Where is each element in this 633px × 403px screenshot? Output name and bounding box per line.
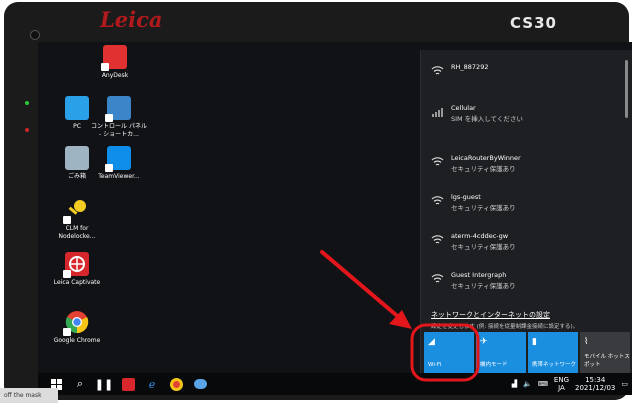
- network-tray-icon[interactable]: ▟: [512, 380, 517, 388]
- wifi-secured-icon: [431, 156, 444, 170]
- network-name: Guest Intergraph: [451, 271, 507, 279]
- network-status: セキュリティ保護あり: [451, 243, 516, 251]
- recycle-bin-icon: [65, 146, 89, 170]
- status-led-green: [25, 101, 29, 105]
- tile-label: モバイル ホットスポット: [584, 354, 630, 368]
- keyboard-icon[interactable]: ⌨: [538, 380, 548, 388]
- desktop-icon-label: コントロール パネル - ショートカ...: [91, 123, 147, 138]
- desktop-icon-label: CLM for Nodelocke...: [58, 225, 96, 240]
- chrome-taskbar-icon[interactable]: [164, 373, 188, 395]
- brand-logo: Leica: [100, 7, 163, 32]
- network-settings-link[interactable]: ネットワークとインターネットの設定: [431, 310, 550, 320]
- network-item-cellular[interactable]: Cellular SIM を挿入してください: [431, 104, 626, 130]
- wifi-secured-icon: [431, 273, 444, 287]
- key-icon: [63, 198, 89, 224]
- desktop-icon-clm[interactable]: CLM for Nodelocke...: [48, 198, 106, 241]
- desktop-icon-control-panel[interactable]: コントロール パネル - ショートカ...: [90, 96, 148, 139]
- network-settings-description: 設定を変更します (例: 接続を従量制課金接続に設定する)。: [431, 324, 579, 330]
- desktop-icon-chrome[interactable]: Google Chrome: [48, 310, 106, 345]
- clock-time: 15:34: [585, 376, 606, 384]
- search-icon[interactable]: ⌕: [68, 373, 92, 395]
- lang-secondary: JA: [558, 384, 565, 392]
- tile-wifi[interactable]: ◢ Wi-Fi: [424, 332, 474, 373]
- notification-icon[interactable]: ▭: [621, 380, 628, 388]
- network-name: RH_887292: [451, 63, 489, 71]
- status-led-red: [25, 128, 29, 132]
- network-item-aterm[interactable]: aterm-4cddec-gw セキュリティ保護あり: [431, 232, 626, 258]
- watermark-label: off the mask: [0, 388, 58, 403]
- wifi-icon: ◢: [428, 337, 435, 347]
- tile-airplane-mode[interactable]: ✈ 機内モード: [476, 332, 526, 373]
- task-view-icon[interactable]: ❚❚: [92, 373, 116, 395]
- teamviewer-icon: [105, 146, 131, 172]
- wifi-connected-icon: [431, 65, 444, 79]
- pc-icon: [65, 96, 89, 120]
- network-item-lgs-guest[interactable]: lgs-guest セキュリティ保護あり: [431, 193, 626, 219]
- desktop-icon-label: TeamViewer...: [98, 173, 140, 180]
- hotspot-icon: ⌇: [584, 337, 589, 347]
- cellular-icon: [431, 106, 444, 120]
- tile-label: Wi-Fi: [428, 362, 442, 368]
- clock-date: 2021/12/03: [575, 384, 616, 392]
- tile-label: 機内モード: [480, 362, 508, 368]
- desktop-icon-captivate[interactable]: Leica Captivate: [48, 252, 106, 287]
- network-name: lgs-guest: [451, 193, 481, 201]
- network-item-guest-intergraph[interactable]: Guest Intergraph セキュリティ保護あり: [431, 271, 626, 297]
- desktop-icon-label: AnyDesk: [101, 72, 129, 79]
- wifi-secured-icon: [431, 234, 444, 248]
- network-status: SIM を挿入してください: [451, 115, 523, 123]
- lang-primary: ENG: [553, 376, 570, 384]
- cellular-icon: ▮: [532, 337, 537, 347]
- network-name: aterm-4cddec-gw: [451, 232, 509, 240]
- network-item-rh[interactable]: RH_887292: [431, 63, 626, 89]
- input-language[interactable]: ENG JA: [554, 376, 569, 392]
- desktop-icon-teamviewer[interactable]: TeamViewer...: [90, 146, 148, 181]
- control-panel-icon: [105, 96, 131, 122]
- network-status: セキュリティ保護あり: [451, 165, 516, 173]
- chrome-icon: [63, 310, 89, 336]
- volume-icon[interactable]: 🔈: [523, 380, 532, 388]
- edge-icon[interactable]: ℯ: [140, 373, 164, 395]
- captivate-taskbar-icon[interactable]: [116, 373, 140, 395]
- tile-cellular[interactable]: ▮ 携帯ネットワーク: [528, 332, 578, 373]
- desktop-screen: AnyDesk PC コントロール パネル - ショートカ... ごみ箱 Tea…: [38, 42, 632, 395]
- network-name: Cellular: [451, 104, 476, 112]
- network-name: LeicaRouterByWinner: [451, 154, 521, 162]
- anydesk-icon: [101, 45, 127, 71]
- network-item-leicarouter[interactable]: LeicaRouterByWinner セキュリティ保護あり: [431, 154, 626, 180]
- tile-label: 携帯ネットワーク: [532, 362, 577, 368]
- desktop-icon-anydesk[interactable]: AnyDesk: [86, 45, 144, 80]
- network-flyout: RH_887292 Cellular SIM を挿入してください LeicaRo…: [420, 50, 632, 373]
- tablet-device: Leica CS30 AnyDesk PC コントロール パネル - ショートカ…: [4, 2, 632, 400]
- captivate-icon: [63, 252, 89, 278]
- airplane-icon: ✈: [480, 337, 488, 347]
- desktop-icon-label: Google Chrome: [53, 337, 101, 344]
- network-status: セキュリティ保護あり: [451, 282, 516, 290]
- tile-mobile-hotspot[interactable]: ⌇ モバイル ホットスポット: [580, 332, 630, 373]
- clock[interactable]: 15:34 2021/12/03: [575, 376, 615, 392]
- network-status: セキュリティ保護あり: [451, 204, 516, 212]
- device-model-label: CS30: [510, 14, 557, 32]
- system-tray: ▟ 🔈 ⌨ ENG JA 15:34 2021/12/03 ▭: [512, 373, 628, 395]
- wifi-secured-icon: [431, 195, 444, 209]
- camera-lens: [30, 30, 40, 40]
- app-taskbar-icon[interactable]: [188, 373, 212, 395]
- desktop-icon-label: Leica Captivate: [53, 279, 101, 286]
- taskbar: ⌕ ❚❚ ℯ ▟ 🔈 ⌨ ENG JA 15:34 2021/12/03 ▭: [38, 373, 632, 395]
